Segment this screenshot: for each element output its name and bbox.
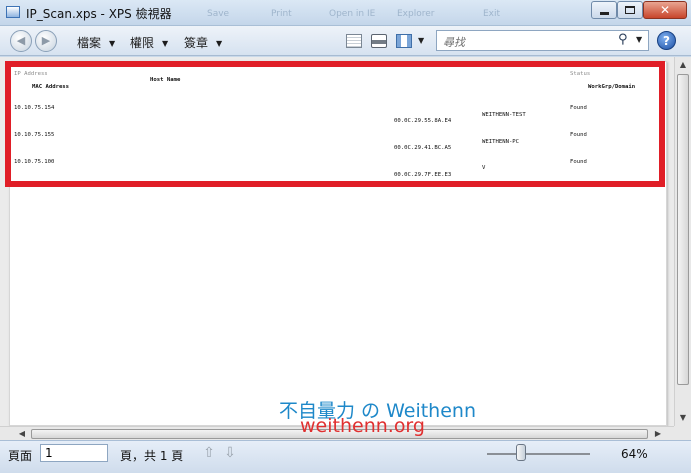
menu-permissions[interactable]: 權限 ▼ xyxy=(130,34,168,51)
zoom-level: 64% xyxy=(621,447,648,461)
zoom-slider-thumb[interactable] xyxy=(515,444,526,461)
watermark-line-2: weithenn.org xyxy=(300,415,425,437)
help-icon[interactable]: ? xyxy=(657,31,676,50)
chevron-down-icon: ▼ xyxy=(162,39,169,48)
highlight-box xyxy=(5,61,665,187)
ghost-label-open: Open in IE xyxy=(329,9,376,19)
forward-button[interactable]: ▶ xyxy=(35,30,57,52)
next-page-icon[interactable]: ⇩ xyxy=(222,445,238,461)
scroll-right-icon[interactable]: ▶ xyxy=(650,427,666,441)
ghost-label-save: Save xyxy=(207,9,230,19)
zoom-slider-track[interactable] xyxy=(487,453,590,455)
menu-signatures[interactable]: 簽章 ▼ xyxy=(184,34,222,51)
back-button[interactable]: ◀ xyxy=(10,30,32,52)
chevron-down-icon: ▼ xyxy=(216,39,223,48)
page-view-icon[interactable] xyxy=(346,34,362,48)
ghost-label-exit: Exit xyxy=(483,9,501,19)
page-number-input[interactable]: 1 xyxy=(40,444,108,462)
scroll-up-icon[interactable]: ▲ xyxy=(675,57,691,73)
minimize-button[interactable] xyxy=(591,1,617,19)
toolbar: ◀ ▶ 檔案 ▼ 權限 ▼ 簽章 ▼ ▼ 尋找 ⚲ ▼ ? xyxy=(0,26,691,56)
title-bar: IP_Scan.xps - XPS 檢視器 Save Print Open in… xyxy=(0,0,691,26)
search-box[interactable]: 尋找 ⚲ ▼ xyxy=(436,30,649,51)
search-icon[interactable]: ⚲ xyxy=(618,32,628,47)
window-title: IP_Scan.xps - XPS 檢視器 xyxy=(26,7,172,21)
maximize-button[interactable] xyxy=(617,1,643,19)
scroll-down-icon[interactable]: ▼ xyxy=(675,410,691,426)
scrollbar-corner xyxy=(674,426,691,440)
search-placeholder: 尋找 xyxy=(443,36,465,49)
search-options-dropdown-icon[interactable]: ▼ xyxy=(636,35,642,44)
xps-viewer-icon xyxy=(6,6,20,18)
chevron-down-icon: ▼ xyxy=(109,39,116,48)
minimize-icon xyxy=(599,11,609,15)
menu-file[interactable]: 檔案 ▼ xyxy=(77,34,115,51)
menu-file-label: 檔案 xyxy=(77,36,102,50)
page-label: 頁面 xyxy=(8,449,33,463)
back-arrow-icon: ◀ xyxy=(16,34,26,47)
maximize-icon xyxy=(625,6,635,14)
previous-page-icon[interactable]: ⇧ xyxy=(201,445,217,461)
forward-arrow-icon: ▶ xyxy=(41,34,51,47)
scroll-left-icon[interactable]: ◀ xyxy=(14,427,30,441)
menu-permissions-label: 權限 xyxy=(130,36,155,50)
vertical-scroll-thumb[interactable] xyxy=(677,74,689,385)
print-icon[interactable] xyxy=(371,34,387,48)
menu-signatures-label: 簽章 xyxy=(184,36,209,50)
view-mode-icon[interactable] xyxy=(396,34,412,48)
ghost-label-print: Print xyxy=(271,9,292,19)
ghost-label-explorer: Explorer xyxy=(397,9,435,19)
vertical-scrollbar[interactable]: ▲ ▼ xyxy=(674,57,691,426)
close-button[interactable]: ✕ xyxy=(643,1,687,19)
status-bar: 頁面 1 頁，共 1 頁 ⇧ ⇩ 64% xyxy=(0,440,691,473)
close-icon: ✕ xyxy=(659,3,671,17)
view-mode-dropdown-icon[interactable]: ▼ xyxy=(418,36,424,45)
page-total-label: 頁，共 1 頁 xyxy=(120,449,184,463)
